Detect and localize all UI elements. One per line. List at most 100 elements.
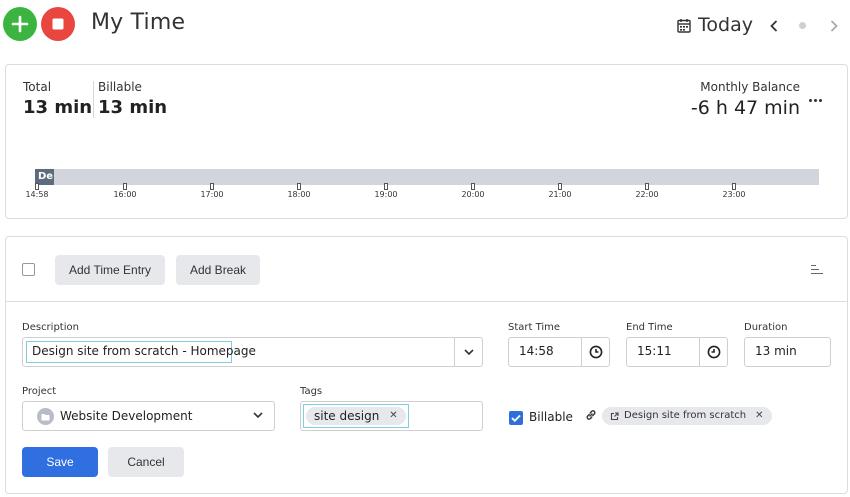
balance-label: Monthly Balance <box>700 80 800 94</box>
description-dropdown-button[interactable] <box>454 338 482 366</box>
description-field[interactable]: Design site from scratch - Homepage <box>22 337 483 367</box>
end-time-input[interactable]: 15:11 <box>637 344 672 358</box>
timeline-tick: 18:00 <box>287 183 311 199</box>
task-label: Design site from scratch <box>624 410 747 421</box>
sort-icon[interactable] <box>811 265 823 275</box>
tick-label: 17:00 <box>200 190 224 199</box>
start-time-field[interactable]: 14:58 <box>508 337 610 367</box>
tags-label: Tags <box>300 386 323 397</box>
duration-input[interactable]: 13 min <box>755 344 797 358</box>
tick-label: 19:00 <box>374 190 398 199</box>
tags-field[interactable]: site design ✕ <box>300 401 483 431</box>
header: My Time Today <box>0 0 850 50</box>
add-break-button[interactable]: Add Break <box>176 255 261 285</box>
tick-mark <box>123 183 127 190</box>
timeline-bar[interactable]: De <box>35 169 819 185</box>
remove-tag-icon[interactable]: ✕ <box>389 407 397 425</box>
total-stat: Total 13 min <box>23 80 92 118</box>
clock-icon <box>707 345 720 359</box>
billable-value: 13 min <box>98 97 168 118</box>
project-label: Project <box>22 386 57 397</box>
summary-card: Total 13 min Billable 13 min Monthly Bal… <box>5 64 848 219</box>
date-label: Today <box>698 14 753 36</box>
time-entry-form: Description Design site from scratch - H… <box>6 303 847 493</box>
tick-label: 22:00 <box>635 190 659 199</box>
chevron-left-icon <box>770 20 778 32</box>
page-title: My Time <box>91 10 186 35</box>
end-time-field[interactable]: 15:11 <box>626 337 728 367</box>
tag-chip-focus: site design ✕ <box>303 404 409 428</box>
tick-label: 18:00 <box>287 190 311 199</box>
duration-field[interactable]: 13 min <box>744 337 831 367</box>
select-all-checkbox[interactable] <box>22 263 35 276</box>
entries-toolbar: Add Time Entry Add Break <box>6 237 847 302</box>
billable-label: Billable <box>98 80 142 94</box>
cancel-button[interactable]: Cancel <box>108 447 184 477</box>
timeline-tick: 21:00 <box>548 183 572 199</box>
plus-icon <box>11 15 29 33</box>
tick-mark <box>471 183 475 190</box>
timeline-tick: 20:00 <box>461 183 485 199</box>
tick-label: 20:00 <box>461 190 485 199</box>
start-time-input[interactable]: 14:58 <box>519 344 554 358</box>
tick-label: 14:58 <box>25 190 49 199</box>
tick-label: 21:00 <box>548 190 572 199</box>
tick-mark <box>732 183 736 190</box>
stop-icon <box>52 18 64 30</box>
start-time-label: Start Time <box>508 322 561 333</box>
end-time-label: End Time <box>626 322 673 333</box>
start-time-picker-button[interactable] <box>581 338 609 366</box>
date-picker[interactable]: Today <box>677 14 753 36</box>
total-value: 13 min <box>23 97 93 118</box>
clock-icon <box>589 345 602 359</box>
today-dot-button[interactable] <box>799 22 806 29</box>
add-time-entry-button[interactable]: Add Time Entry <box>55 255 166 285</box>
external-link-icon <box>610 411 619 420</box>
tick-mark <box>645 183 649 190</box>
tick-mark <box>35 183 39 190</box>
balance-value: -6 h 47 min <box>690 97 800 119</box>
add-timer-button[interactable] <box>3 7 37 41</box>
previous-day-button[interactable] <box>766 17 782 35</box>
timeline-tick: 22:00 <box>635 183 659 199</box>
end-time-picker-button[interactable] <box>699 338 727 366</box>
billable-checkbox[interactable] <box>509 411 523 425</box>
entries-card: Add Time Entry Add Break Description Des… <box>5 236 848 494</box>
stop-timer-button[interactable] <box>41 7 75 41</box>
tick-mark <box>297 183 301 190</box>
description-label: Description <box>22 322 79 333</box>
next-day-button[interactable] <box>826 17 842 35</box>
duration-label: Duration <box>744 322 788 333</box>
calendar-icon <box>677 18 691 33</box>
tick-label: 16:00 <box>113 190 137 199</box>
tag-label: site design <box>314 409 380 423</box>
save-button[interactable]: Save <box>22 447 98 477</box>
stat-divider <box>93 81 94 118</box>
timeline-tick: 19:00 <box>374 183 398 199</box>
tag-chip[interactable]: site design ✕ <box>306 407 406 425</box>
tick-mark <box>384 183 388 190</box>
description-input[interactable]: Design site from scratch - Homepage <box>26 341 256 363</box>
remove-task-icon[interactable]: ✕ <box>755 407 763 425</box>
check-icon <box>511 414 521 422</box>
timeline-tick: 14:58 <box>25 183 49 199</box>
project-select[interactable]: Website Development <box>22 401 275 431</box>
link-icon[interactable] <box>585 409 597 421</box>
timeline-tick: 17:00 <box>200 183 224 199</box>
total-label: Total <box>23 80 52 94</box>
tick-label: 23:00 <box>722 190 746 199</box>
chevron-down-icon <box>253 412 263 419</box>
project-value: Website Development <box>60 409 193 423</box>
task-chip[interactable]: Design site from scratch ✕ <box>602 407 772 425</box>
folder-icon <box>37 408 54 425</box>
tick-mark <box>558 183 562 190</box>
chevron-down-icon <box>463 349 474 356</box>
more-horizontal-icon[interactable] <box>809 99 822 102</box>
billable-label: Billable <box>529 410 573 424</box>
chevron-right-icon <box>830 20 838 32</box>
timeline-tick: 23:00 <box>722 183 746 199</box>
timeline-tick: 16:00 <box>113 183 137 199</box>
billable-stat: Billable 13 min <box>98 80 167 118</box>
tick-mark <box>210 183 214 190</box>
monthly-balance: Monthly Balance -6 h 47 min <box>691 80 800 119</box>
